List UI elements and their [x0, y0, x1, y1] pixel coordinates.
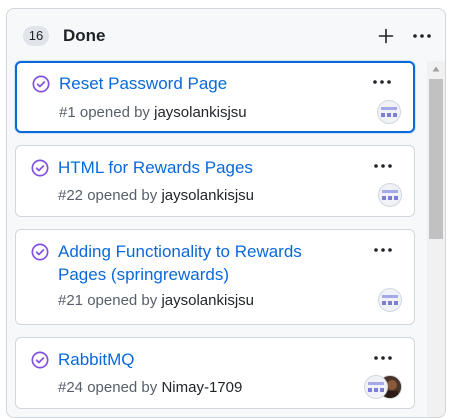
check-circle-icon	[31, 159, 49, 177]
opened-by-text: opened by	[87, 292, 158, 309]
issue-number: #22	[58, 187, 84, 204]
issue-number: #21	[58, 292, 84, 309]
issue-author[interactable]: jaysolankisjsu	[161, 187, 254, 204]
identicon-icon	[368, 382, 384, 392]
triangle-up-icon	[432, 66, 440, 72]
identicon-icon	[382, 190, 398, 200]
plus-icon	[378, 28, 394, 44]
card-menu-button[interactable]	[370, 157, 396, 175]
opened-by-text: opened by	[79, 104, 150, 121]
column-menu-button[interactable]	[409, 23, 435, 49]
issue-author[interactable]: Nimay-1709	[161, 379, 242, 396]
avatar[interactable]	[378, 183, 402, 207]
issue-title-link[interactable]: Reset Password Page	[59, 72, 359, 95]
issue-card[interactable]: RabbitMQ #24 opened by Nimay-1709	[15, 337, 415, 409]
column-title: Done	[63, 26, 106, 45]
check-circle-icon	[32, 75, 50, 93]
issue-title-link[interactable]: RabbitMQ	[58, 348, 358, 371]
identicon-icon	[382, 295, 398, 305]
issue-card[interactable]: Reset Password Page #1 opened by jaysola…	[15, 61, 415, 133]
add-item-button[interactable]	[373, 23, 399, 49]
issue-number: #1	[59, 104, 76, 121]
item-count-badge: 16	[23, 26, 49, 46]
issue-card[interactable]: Adding Functionality to Rewards Pages (s…	[15, 229, 415, 325]
scroll-up-button[interactable]	[427, 61, 445, 77]
issue-meta: #21 opened by jaysolankisjsu	[58, 291, 254, 311]
issue-number: #24	[58, 379, 84, 396]
avatar[interactable]	[378, 288, 402, 312]
issue-meta: #24 opened by Nimay-1709	[58, 378, 242, 398]
check-circle-icon	[31, 243, 49, 261]
issue-meta: #22 opened by jaysolankisjsu	[58, 186, 254, 206]
opened-by-text: opened by	[87, 187, 158, 204]
issue-title-link[interactable]: Adding Functionality to Rewards Pages (s…	[58, 240, 348, 286]
avatar[interactable]	[377, 100, 401, 124]
column-header: 16 Done	[7, 9, 445, 59]
opened-by-text: opened by	[87, 379, 158, 396]
issue-title-link[interactable]: HTML for Rewards Pages	[58, 156, 358, 179]
card-menu-button[interactable]	[370, 241, 396, 259]
done-column: 16 Done Reset Password Page #1 opened by…	[6, 8, 446, 418]
scrollbar-thumb[interactable]	[429, 79, 443, 239]
issue-author[interactable]: jaysolankisjsu	[161, 292, 254, 309]
check-circle-icon	[31, 351, 49, 369]
issue-card[interactable]: HTML for Rewards Pages #22 opened by jay…	[15, 145, 415, 217]
card-list: Reset Password Page #1 opened by jaysola…	[15, 61, 417, 417]
card-menu-button[interactable]	[370, 349, 396, 367]
kebab-horizontal-icon	[373, 80, 391, 84]
issue-meta: #1 opened by jaysolankisjsu	[59, 103, 247, 123]
vertical-scrollbar[interactable]	[427, 61, 445, 417]
kebab-horizontal-icon	[413, 34, 431, 38]
kebab-horizontal-icon	[374, 248, 392, 252]
card-menu-button[interactable]	[369, 73, 395, 91]
kebab-horizontal-icon	[374, 164, 392, 168]
avatar[interactable]	[364, 375, 388, 399]
issue-author[interactable]: jaysolankisjsu	[154, 104, 247, 121]
identicon-icon	[381, 107, 397, 117]
kebab-horizontal-icon	[374, 356, 392, 360]
